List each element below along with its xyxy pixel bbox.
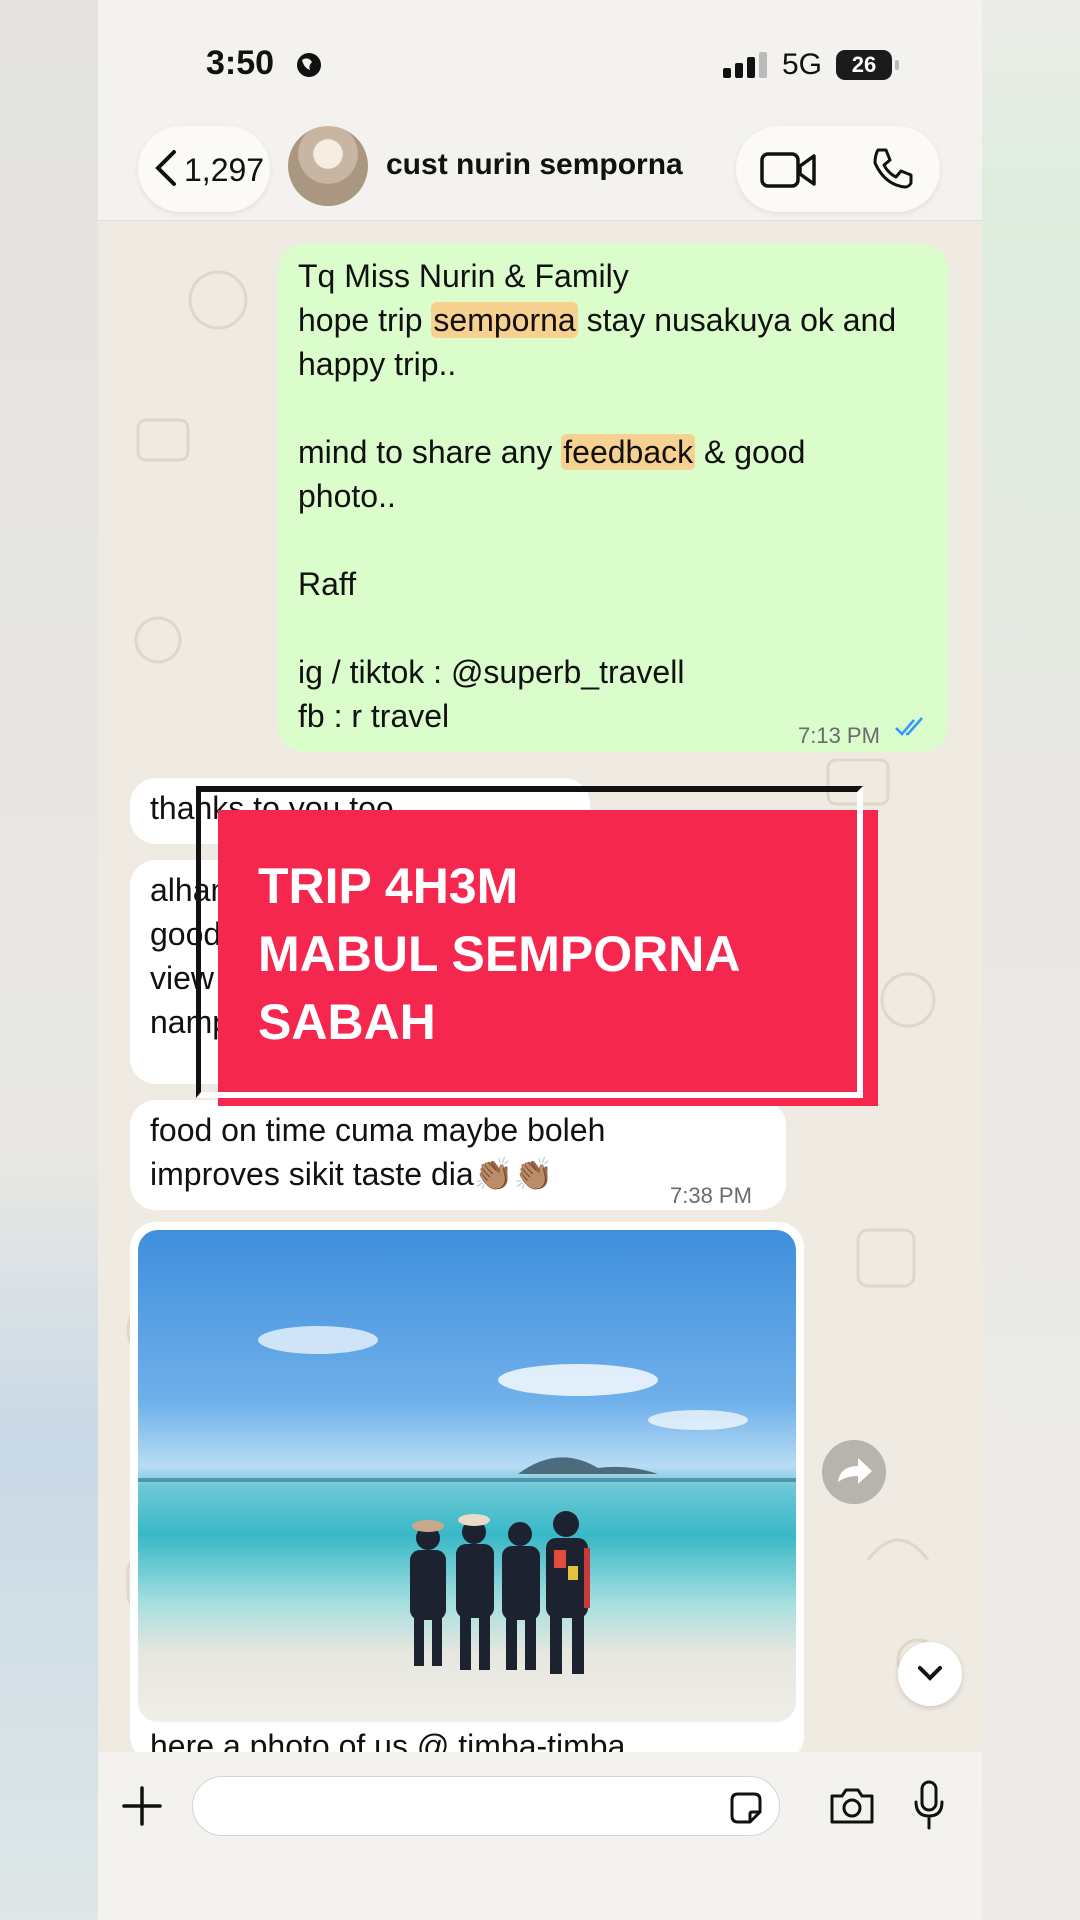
network-type: 5G — [782, 48, 823, 81]
message-time: 7:13 PM — [798, 723, 880, 748]
photo-message[interactable]: here a photo of us @ timba-timba — [130, 1222, 804, 1762]
globe-icon — [297, 53, 321, 77]
avatar[interactable] — [288, 126, 368, 206]
promo-title: TRIP 4H3M MABUL SEMPORNA SABAH — [258, 852, 740, 1056]
right-backdrop — [982, 0, 1080, 1920]
unread-count: 1,297 — [184, 152, 265, 188]
incoming-message-text: food on time cuma maybe boleh improves s… — [150, 1112, 606, 1192]
chevron-down-icon[interactable] — [898, 1642, 962, 1706]
promo-line: TRIP 4H3M — [258, 858, 519, 914]
call-buttons — [736, 126, 940, 212]
promo-line: SABAH — [258, 994, 436, 1050]
outgoing-message-text: Tq Miss Nurin & Family hope trip semporn… — [298, 258, 897, 734]
status-time: 3:50 — [206, 44, 275, 82]
sticker-icon[interactable] — [728, 1790, 764, 1826]
video-call-icon[interactable] — [760, 150, 816, 190]
back-chevron-icon — [155, 150, 176, 186]
plus-icon[interactable] — [122, 1786, 162, 1826]
left-backdrop — [0, 0, 98, 1920]
mic-icon[interactable] — [912, 1780, 946, 1830]
beach-photo[interactable] — [138, 1230, 796, 1722]
forward-icon[interactable] — [822, 1440, 886, 1504]
battery-level: 26 — [836, 50, 899, 80]
phone-call-icon[interactable] — [870, 146, 916, 192]
camera-icon[interactable] — [828, 1786, 876, 1826]
search-highlight: feedback — [561, 434, 696, 470]
read-receipt-icon — [895, 717, 923, 736]
back-button[interactable]: 1,297 — [138, 126, 270, 212]
signal-icon — [723, 52, 767, 78]
promo-line: MABUL SEMPORNA — [258, 926, 741, 982]
photo-scene — [138, 1326, 796, 1674]
chat-header: 1,297 cust nurin semporna — [98, 120, 982, 221]
status-bar: 3:50 5G 26 — [98, 0, 982, 120]
search-highlight: semporna — [431, 302, 578, 338]
message-input[interactable] — [192, 1776, 780, 1836]
input-bar — [98, 1752, 982, 1920]
outgoing-message[interactable]: Tq Miss Nurin & Family hope trip semporn… — [278, 244, 948, 752]
contact-name[interactable]: cust nurin semporna — [386, 148, 683, 182]
message-time: 7:38 PM — [670, 1183, 752, 1208]
promo-overlay: TRIP 4H3M MABUL SEMPORNA SABAH — [196, 786, 878, 1120]
chat-screen: 3:50 5G 26 1,297 cust nurin semporna Tq … — [98, 0, 982, 1920]
